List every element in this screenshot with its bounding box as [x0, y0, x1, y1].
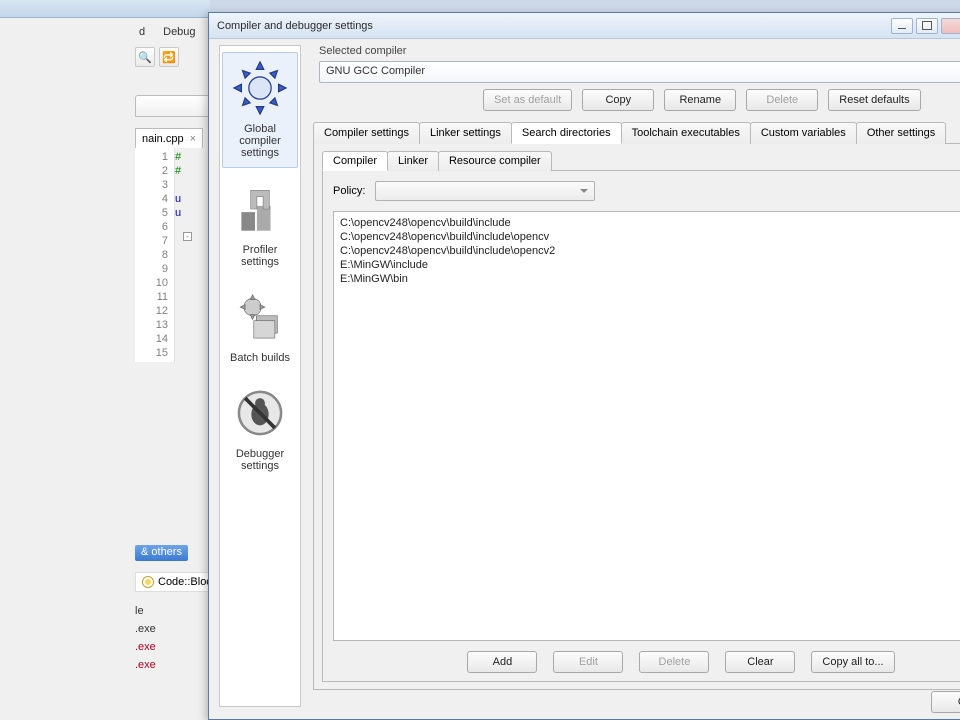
list-item[interactable]: C:\opencv248\opencv\build\include\opencv…: [340, 244, 960, 258]
list-item[interactable]: E:\MinGW\bin: [340, 272, 960, 286]
copy-all-button[interactable]: Copy all to...: [811, 651, 894, 673]
minimize-icon[interactable]: [891, 18, 913, 34]
line-gutter: 123 456 789 101112 131415: [135, 148, 175, 362]
rename-button[interactable]: Rename: [664, 89, 736, 111]
category-debugger[interactable]: Debugger settings: [222, 378, 298, 480]
delete-compiler-button[interactable]: Delete: [746, 89, 818, 111]
replace-icon[interactable]: 🔁: [159, 47, 179, 67]
category-batch-builds[interactable]: Batch builds: [222, 282, 298, 372]
maximize-icon[interactable]: [916, 18, 938, 34]
tab-search-directories[interactable]: Search directories: [511, 122, 622, 144]
subtab-resource-compiler[interactable]: Resource compiler: [438, 151, 552, 171]
batch-icon: [225, 286, 295, 348]
bg-panel-header: [135, 95, 210, 117]
category-label: Debugger settings: [224, 448, 296, 472]
editor-tab-label: nain.cpp: [142, 133, 184, 145]
dialog-title: Compiler and debugger settings: [217, 20, 373, 32]
reset-defaults-button[interactable]: Reset defaults: [828, 89, 920, 111]
search-directories-panel: Compiler Linker Resource compiler Policy…: [313, 144, 960, 690]
sub-tabs: Compiler Linker Resource compiler: [322, 150, 960, 170]
build-log: le .exe .exe .exe: [135, 596, 210, 674]
menu-item-build[interactable]: d: [135, 24, 149, 40]
tab-other-settings[interactable]: Other settings: [856, 122, 946, 144]
subtab-linker[interactable]: Linker: [387, 151, 439, 171]
menu-item-debug[interactable]: Debug: [159, 24, 199, 40]
policy-label: Policy:: [333, 185, 365, 197]
bg-toolbar: 🔍 🔁: [135, 45, 179, 69]
settings-dialog: Compiler and debugger settings Global co…: [208, 12, 960, 720]
tab-toolchain[interactable]: Toolchain executables: [621, 122, 751, 144]
dialog-footer: OK Can: [931, 691, 960, 713]
fold-icon[interactable]: -: [183, 232, 192, 241]
tab-compiler-settings[interactable]: Compiler settings: [313, 122, 420, 144]
policy-select[interactable]: [375, 181, 595, 201]
subtab-compiler[interactable]: Compiler: [322, 151, 388, 171]
background-editor: d Debug 🔍 🔁 nain.cpp × 123 456 789 10111…: [0, 0, 210, 720]
compiler-action-row: Set as default Copy Rename Delete Reset …: [311, 89, 960, 111]
dialog-titlebar[interactable]: Compiler and debugger settings: [209, 13, 960, 39]
delete-dir-button[interactable]: Delete: [639, 651, 709, 673]
edit-button[interactable]: Edit: [553, 651, 623, 673]
close-icon[interactable]: ×: [190, 133, 196, 145]
main-tabs: Compiler settings Linker settings Search…: [313, 121, 960, 144]
close-icon[interactable]: [941, 18, 960, 34]
directory-list[interactable]: C:\opencv248\opencv\build\include C:\ope…: [333, 211, 960, 641]
find-icon[interactable]: 🔍: [135, 47, 155, 67]
profiler-icon: [225, 178, 295, 240]
code-area[interactable]: # # u u: [175, 148, 181, 234]
ok-button[interactable]: OK: [931, 691, 960, 713]
category-panel: Global compiler settings Profiler settin…: [219, 45, 301, 707]
category-profiler[interactable]: Profiler settings: [222, 174, 298, 276]
selected-compiler-label: Selected compiler: [319, 45, 960, 57]
list-item[interactable]: C:\opencv248\opencv\build\include\opencv: [340, 230, 960, 244]
copy-button[interactable]: Copy: [582, 89, 654, 111]
bg-menu: d Debug: [135, 24, 200, 40]
bottom-tab-others[interactable]: & others: [135, 545, 188, 561]
category-label: Global compiler settings: [225, 123, 295, 159]
main-area: Selected compiler GNU GCC Compiler Set a…: [305, 39, 960, 719]
clear-button[interactable]: Clear: [725, 651, 795, 673]
category-label: Profiler settings: [224, 244, 296, 268]
gear-icon: [225, 57, 295, 119]
gear-icon: [142, 576, 154, 588]
compiler-dirs-panel: Policy: C:\opencv248\opencv\build\includ…: [322, 170, 960, 682]
compiler-select[interactable]: GNU GCC Compiler: [319, 61, 960, 83]
compiler-select-value: GNU GCC Compiler: [326, 65, 425, 77]
tab-linker-settings[interactable]: Linker settings: [419, 122, 512, 144]
category-global-compiler[interactable]: Global compiler settings: [222, 52, 298, 168]
bug-icon: [225, 382, 295, 444]
list-item[interactable]: E:\MinGW\include: [340, 258, 960, 272]
editor-tab[interactable]: nain.cpp ×: [135, 128, 203, 148]
list-item[interactable]: C:\opencv248\opencv\build\include: [340, 216, 960, 230]
tab-custom-variables[interactable]: Custom variables: [750, 122, 857, 144]
set-default-button[interactable]: Set as default: [483, 89, 572, 111]
add-button[interactable]: Add: [467, 651, 537, 673]
bg-titlebar: [0, 0, 210, 18]
category-label: Batch builds: [224, 352, 296, 364]
list-buttons: Add Edit Delete Clear Copy all to...: [333, 651, 960, 673]
